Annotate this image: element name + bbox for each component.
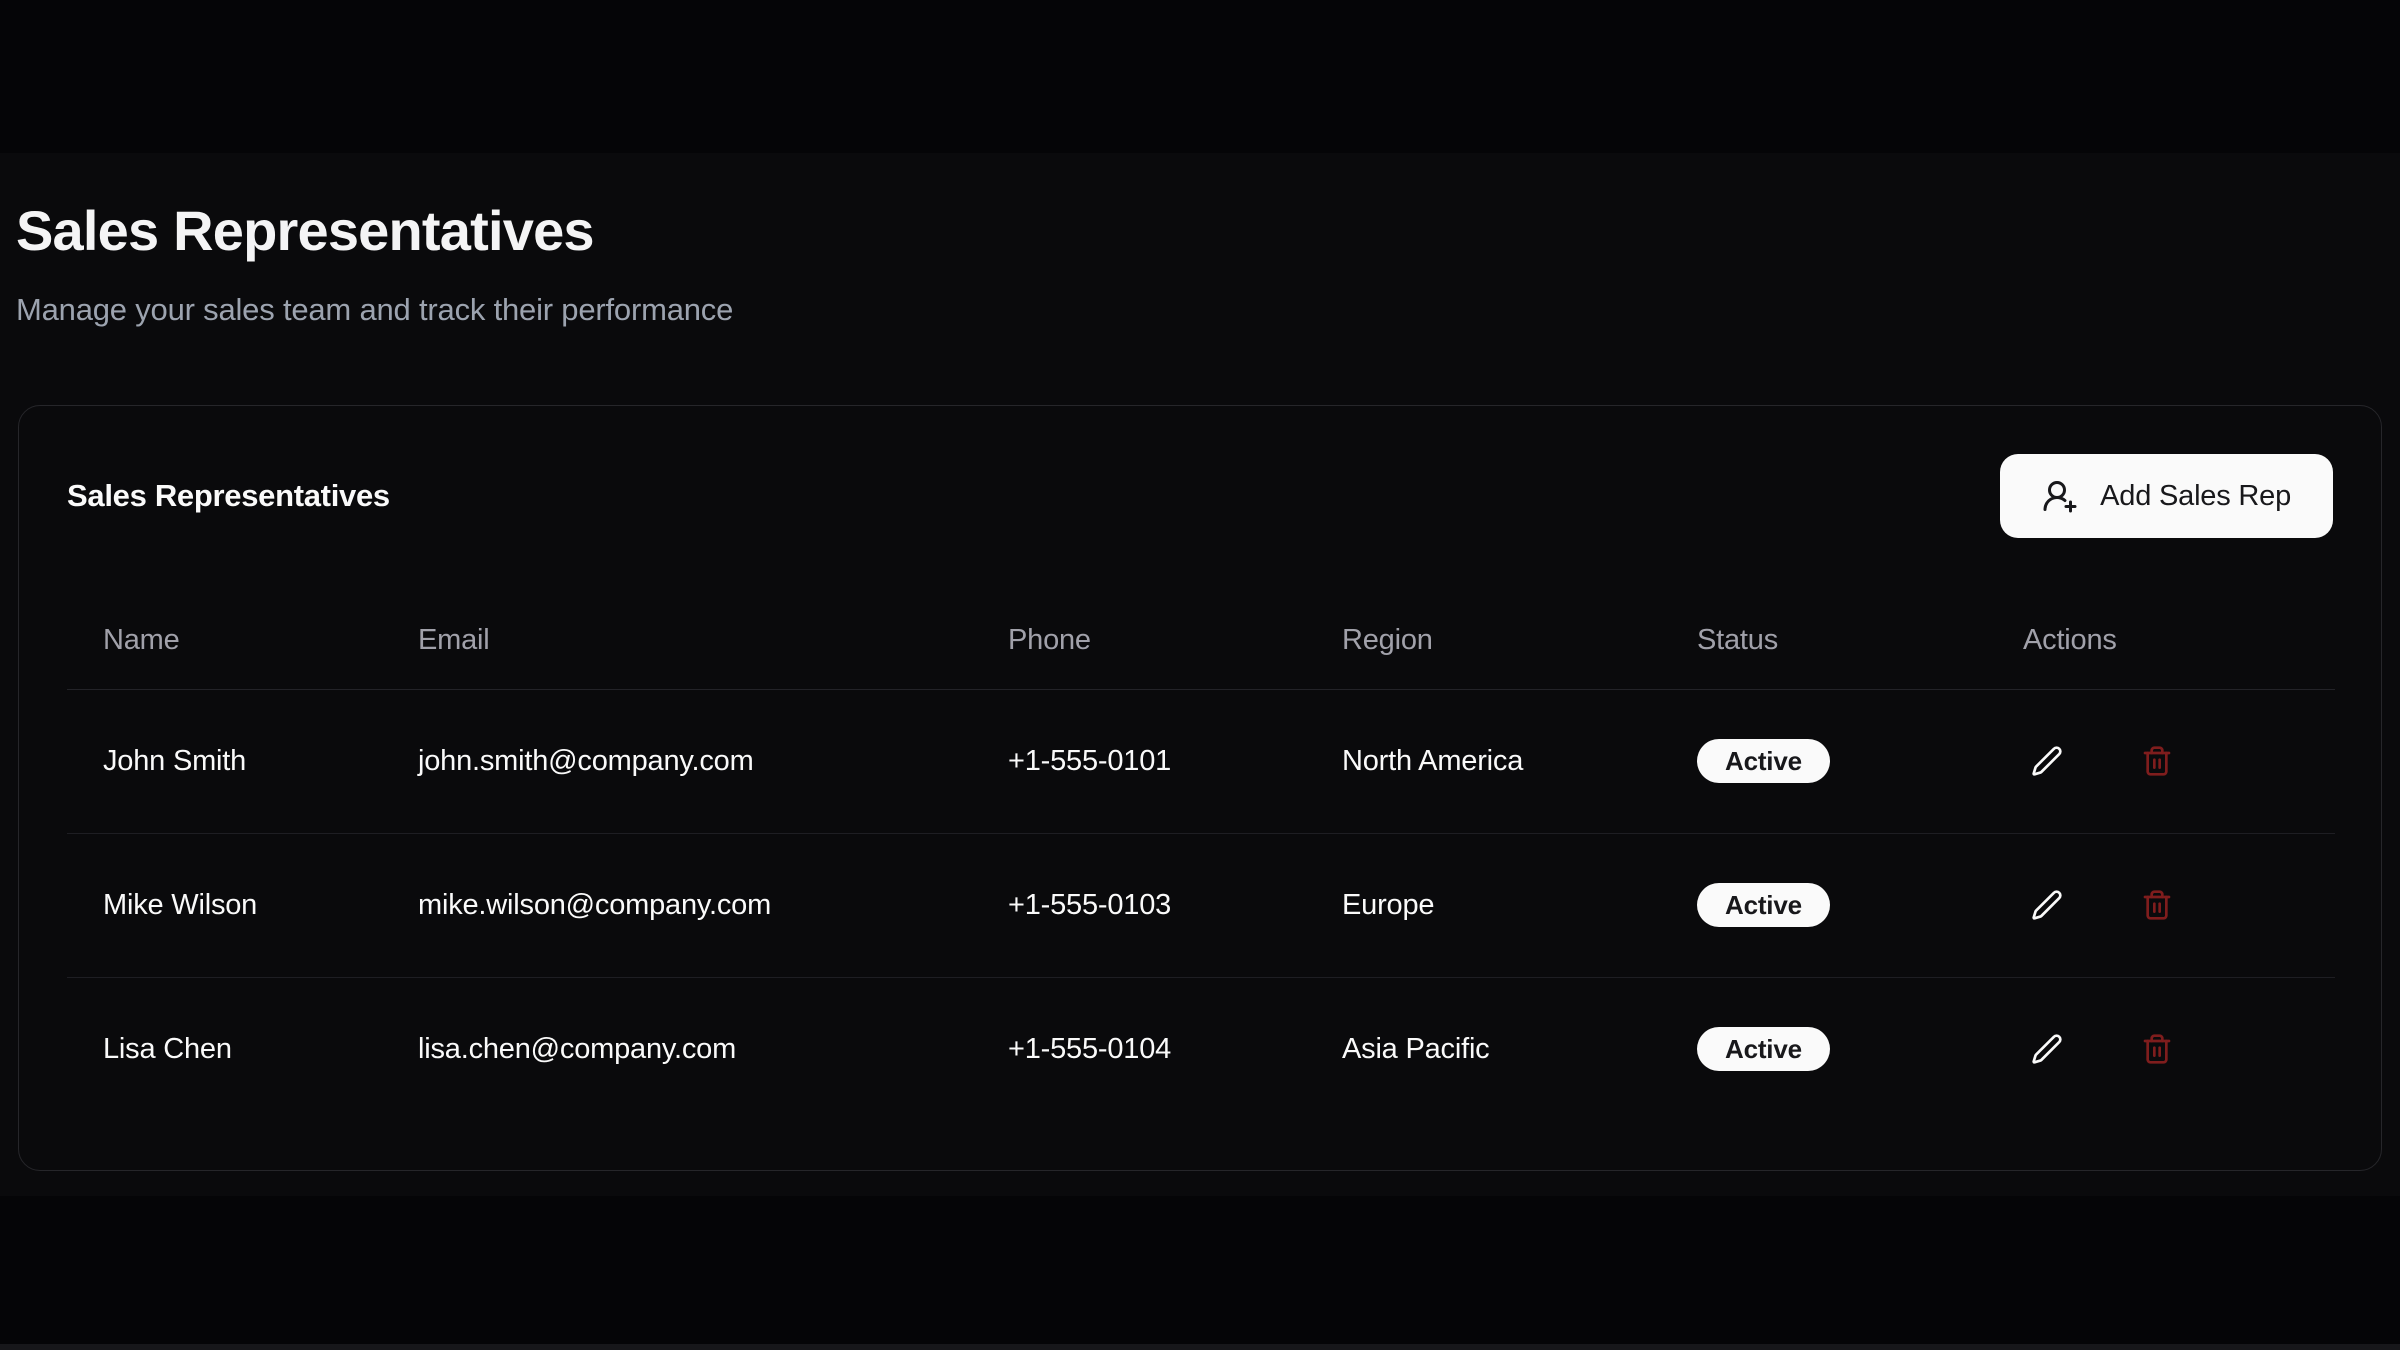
trash-icon (2141, 889, 2173, 921)
column-header-name: Name (67, 593, 382, 689)
table-header-row: Name Email Phone Region Status Actions (67, 593, 2335, 689)
rep-actions-cell (1987, 977, 2335, 1121)
sales-reps-card: Sales Representatives Add Sales Rep (18, 405, 2382, 1171)
pencil-icon (2031, 1033, 2063, 1065)
table-row: Lisa Chen lisa.chen@company.com +1-555-0… (67, 977, 2335, 1121)
rep-region: North America (1306, 689, 1661, 833)
column-header-region: Region (1306, 593, 1661, 689)
card-body: Name Email Phone Region Status Actions J… (19, 593, 2381, 1121)
status-badge: Active (1697, 1027, 1830, 1071)
add-sales-rep-label: Add Sales Rep (2100, 480, 2291, 513)
rep-region: Asia Pacific (1306, 977, 1661, 1121)
app-screen: Sales Representatives Manage your sales … (0, 0, 2400, 1350)
rep-name: John Smith (67, 689, 382, 833)
rep-email: john.smith@company.com (382, 689, 972, 833)
rep-status-cell: Active (1661, 833, 1987, 977)
trash-icon (2141, 1033, 2173, 1065)
rep-phone: +1-555-0103 (972, 833, 1306, 977)
pencil-icon (2031, 745, 2063, 777)
trash-icon (2141, 745, 2173, 777)
rep-phone: +1-555-0101 (972, 689, 1306, 833)
rep-name: Mike Wilson (67, 833, 382, 977)
status-badge: Active (1697, 739, 1830, 783)
table-row: John Smith john.smith@company.com +1-555… (67, 689, 2335, 833)
edit-button[interactable] (2023, 737, 2071, 785)
user-plus-icon (2042, 478, 2078, 514)
add-sales-rep-button[interactable]: Add Sales Rep (2000, 454, 2333, 538)
column-header-email: Email (382, 593, 972, 689)
rep-actions-cell (1987, 689, 2335, 833)
rep-status-cell: Active (1661, 689, 1987, 833)
page-subtitle: Manage your sales team and track their p… (16, 288, 2384, 331)
column-header-actions: Actions (1987, 593, 2335, 689)
page-header: Sales Representatives Manage your sales … (0, 153, 2400, 332)
page-title: Sales Representatives (16, 197, 2384, 264)
status-badge: Active (1697, 883, 1830, 927)
column-header-phone: Phone (972, 593, 1306, 689)
delete-button[interactable] (2133, 881, 2181, 929)
rep-region: Europe (1306, 833, 1661, 977)
rep-email: mike.wilson@company.com (382, 833, 972, 977)
delete-button[interactable] (2133, 1025, 2181, 1073)
card-header: Sales Representatives Add Sales Rep (19, 406, 2381, 538)
bottom-edge-strip (0, 1344, 2400, 1350)
delete-button[interactable] (2133, 737, 2181, 785)
rep-status-cell: Active (1661, 977, 1987, 1121)
column-header-status: Status (1661, 593, 1987, 689)
rep-name: Lisa Chen (67, 977, 382, 1121)
main-content: Sales Representatives Manage your sales … (0, 153, 2400, 1196)
edit-button[interactable] (2023, 881, 2071, 929)
rep-actions-cell (1987, 833, 2335, 977)
table-row: Mike Wilson mike.wilson@company.com +1-5… (67, 833, 2335, 977)
pencil-icon (2031, 889, 2063, 921)
card-title: Sales Representatives (67, 478, 390, 514)
rep-phone: +1-555-0104 (972, 977, 1306, 1121)
rep-email: lisa.chen@company.com (382, 977, 972, 1121)
edit-button[interactable] (2023, 1025, 2071, 1073)
sales-reps-table: Name Email Phone Region Status Actions J… (67, 593, 2335, 1121)
